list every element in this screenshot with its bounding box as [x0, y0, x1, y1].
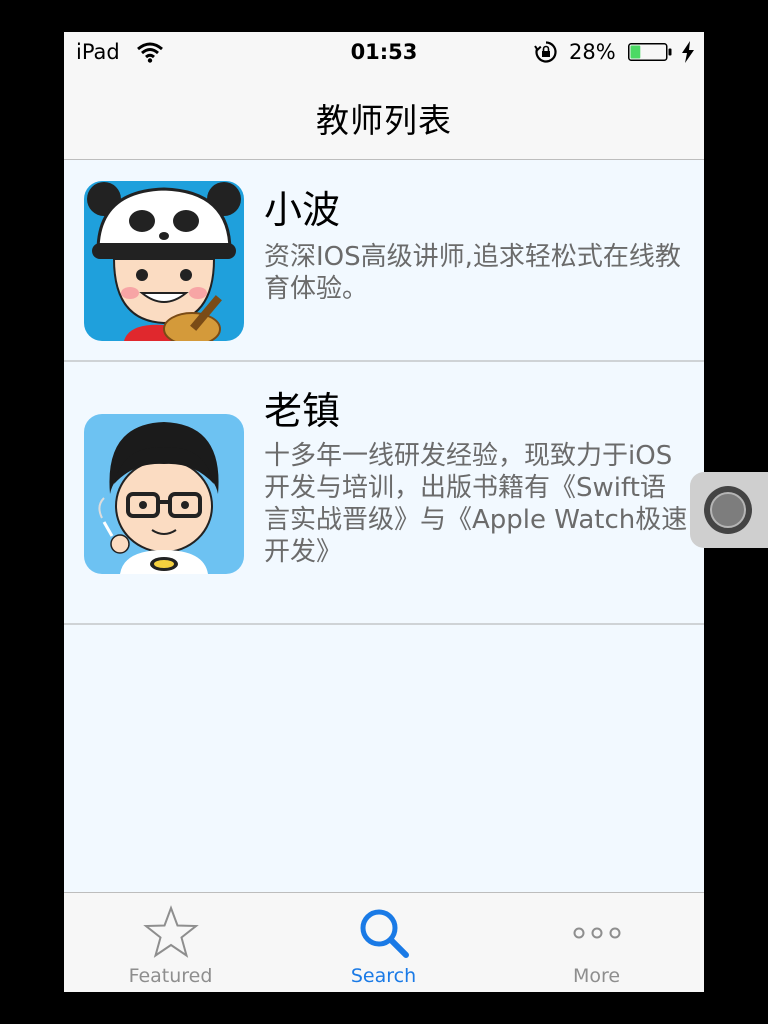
teacher-row[interactable]: 小波 资深IOS高级讲师,追求轻松式在线教育体验。	[64, 161, 704, 362]
tab-label: Search	[350, 965, 417, 987]
teacher-description: 资深IOS高级讲师,追求轻松式在线教育体验。	[264, 242, 681, 304]
teacher-name: 小波	[264, 188, 341, 232]
tab-bar: Featured Search More	[64, 892, 704, 992]
navigation-bar: 教师列表	[64, 72, 704, 160]
battery-icon	[628, 43, 672, 61]
search-icon	[360, 909, 409, 958]
teacher-description: 十多年一线研发经验，现致力于iOS开发与培训，出版书籍有《Swift语言实战晋级…	[264, 441, 688, 567]
page-title: 教师列表	[316, 101, 452, 140]
panda-hat-cartoon-avatar-icon	[84, 181, 244, 341]
star-icon	[142, 905, 199, 958]
rotation-lock-icon	[534, 41, 557, 63]
charging-bolt-icon	[682, 41, 694, 63]
tab-label: Featured	[128, 965, 213, 987]
more-icon	[573, 927, 620, 939]
assistive-touch-button[interactable]	[690, 472, 768, 548]
tab-more[interactable]: More	[490, 893, 703, 992]
status-bar: iPad 01:53 28%	[64, 32, 704, 72]
teacher-name: 老镇	[264, 389, 341, 433]
app-screen: iPad 01:53 28% 教师列表 小波 资深IOS高级讲师,追求轻松式在线…	[64, 32, 704, 992]
tab-featured[interactable]: Featured	[64, 893, 277, 992]
tab-label: More	[572, 965, 621, 987]
glasses-man-cartoon-avatar-icon	[84, 414, 244, 574]
assistive-touch-icon	[704, 486, 752, 534]
teacher-row[interactable]: 老镇 十多年一线研发经验，现致力于iOS开发与培训，出版书籍有《Swift语言实…	[64, 362, 704, 625]
tab-search[interactable]: Search	[277, 893, 490, 992]
teacher-avatar	[84, 414, 244, 574]
battery-percent: 28%	[569, 40, 616, 64]
teacher-avatar	[84, 181, 244, 341]
teacher-list: 小波 资深IOS高级讲师,追求轻松式在线教育体验。 老镇 十多年一线研发经验，现…	[64, 161, 704, 625]
